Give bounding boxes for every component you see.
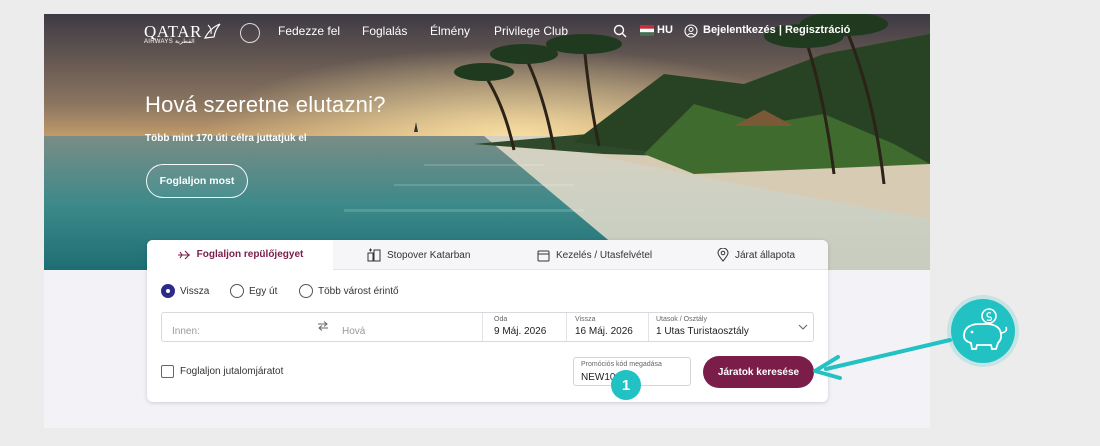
- tab-book-flight[interactable]: Foglaljon repülőjegyet: [147, 240, 333, 271]
- booking-widget: Foglaljon repülőjegyet Stopover Katarban…: [147, 240, 828, 402]
- passengers-class-select[interactable]: 1 Utas Turistaosztály: [656, 326, 749, 337]
- search-flights-button[interactable]: Járatok keresése: [703, 356, 814, 388]
- flight-search-fields: Innen: Hová Oda 9 Máj. 2026 Vissza 16 Má…: [161, 312, 814, 342]
- location-pin-icon: [717, 248, 729, 262]
- trip-type-return[interactable]: Vissza: [161, 284, 209, 298]
- award-flight-checkbox[interactable]: [161, 365, 174, 378]
- user-icon[interactable]: [684, 24, 698, 38]
- nav-item-elmeny[interactable]: Élmény: [430, 24, 470, 38]
- radio-one-way[interactable]: [230, 284, 244, 298]
- radio-multi-city[interactable]: [299, 284, 313, 298]
- booking-tabs: Foglaljon repülőjegyet Stopover Katarban…: [147, 240, 828, 271]
- from-input[interactable]: Innen:: [172, 326, 200, 337]
- nav-item-privilege-club[interactable]: Privilege Club: [494, 24, 568, 38]
- trip-type-multi-city-label: Több várost érintő: [318, 285, 399, 297]
- field-divider: [566, 313, 567, 341]
- tab-flight-status-label: Járat állapota: [735, 249, 796, 261]
- nav-item-fedezze-fel[interactable]: Fedezze fel: [278, 24, 340, 38]
- chevron-down-icon[interactable]: [798, 324, 808, 331]
- stopover-icon: [367, 248, 381, 262]
- calendar-icon: [537, 250, 550, 261]
- language-selector[interactable]: HU: [657, 24, 673, 36]
- top-navigation: QATAR AIRWAYS القطرية Fedezze fel Foglal…: [44, 14, 930, 50]
- trip-type-one-way[interactable]: Egy út: [230, 284, 277, 298]
- hero-subtitle: Több mint 170 úti célra juttatjuk el: [145, 133, 307, 144]
- radio-return[interactable]: [161, 284, 175, 298]
- depart-date[interactable]: 9 Máj. 2026: [494, 326, 546, 337]
- field-divider: [648, 313, 649, 341]
- tab-manage-checkin-label: Kezelés / Utasfelvétel: [556, 249, 653, 261]
- nav-item-foglalas[interactable]: Foglalás: [362, 24, 407, 38]
- tab-book-flight-label: Foglaljon repülőjegyet: [196, 249, 304, 260]
- to-input[interactable]: Hová: [342, 326, 365, 337]
- book-now-button[interactable]: Foglaljon most: [146, 164, 248, 198]
- step-number-badge: 1: [611, 370, 641, 400]
- hero-banner: QATAR AIRWAYS القطرية Fedezze fel Foglal…: [44, 14, 930, 270]
- return-date[interactable]: 16 Máj. 2026: [575, 326, 633, 337]
- tab-flight-status[interactable]: Járat állapota: [717, 240, 795, 270]
- oneworld-logo: [240, 23, 260, 43]
- swap-icon[interactable]: [317, 320, 329, 332]
- passengers-label: Utasok / Osztály: [656, 316, 707, 323]
- search-icon[interactable]: [613, 24, 627, 38]
- tab-stopover-label: Stopover Katarban: [387, 249, 471, 261]
- tab-manage-checkin[interactable]: Kezelés / Utasfelvétel: [537, 240, 652, 270]
- oryx-logo-icon: [203, 23, 221, 39]
- promo-code-label: Promóciós kód megadása: [581, 361, 662, 368]
- trip-type-one-way-label: Egy út: [249, 285, 278, 297]
- return-label: Vissza: [575, 316, 596, 323]
- depart-label: Oda: [494, 316, 508, 323]
- trip-type-multi-city[interactable]: Több várost érintő: [299, 284, 399, 298]
- brand-logo-subtext: AIRWAYS القطرية: [144, 39, 195, 45]
- award-flight-checkbox-row[interactable]: Foglaljon jutalomjáratot: [161, 365, 283, 378]
- tab-stopover[interactable]: Stopover Katarban: [367, 240, 470, 270]
- login-register-link[interactable]: Bejelentkezés | Regisztráció: [703, 24, 850, 36]
- hungary-flag-icon[interactable]: [640, 25, 654, 36]
- field-divider: [482, 313, 483, 341]
- hero-title: Hová szeretne elutazni?: [145, 92, 386, 117]
- plane-icon: [177, 250, 190, 259]
- piggy-bank-icon: [947, 295, 1019, 367]
- trip-type-return-label: Vissza: [180, 285, 210, 297]
- award-flight-label: Foglaljon jutalomjáratot: [180, 366, 284, 377]
